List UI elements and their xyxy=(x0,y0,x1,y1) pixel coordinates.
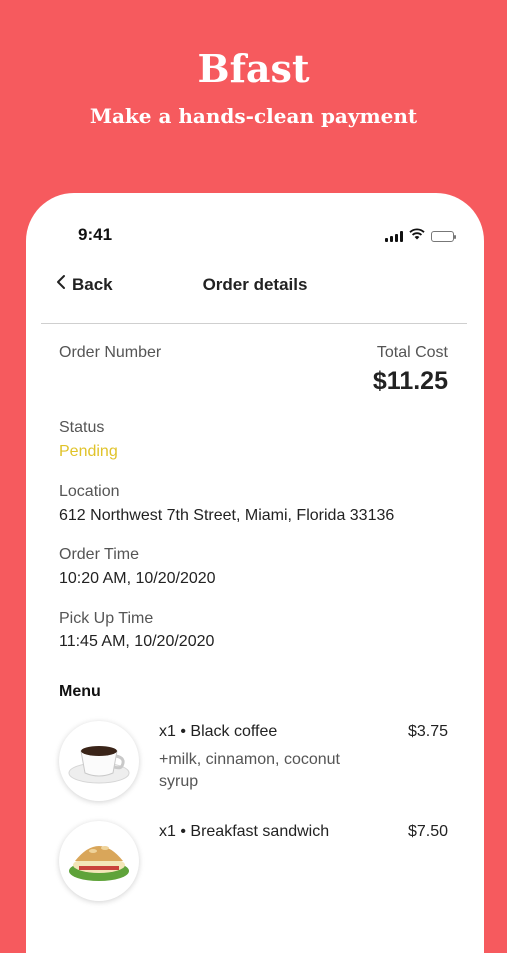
status-value: Pending xyxy=(59,443,118,460)
order-time-label: Order Time xyxy=(59,546,140,563)
order-number-label: Order Number xyxy=(59,344,162,361)
sandwich-icon xyxy=(59,821,139,901)
menu-item-price: $3.75 xyxy=(407,723,448,740)
pickup-time-value: 11:45 AM, 10/20/2020 xyxy=(59,633,215,650)
location-label: Location xyxy=(59,483,120,500)
page-title: Order details xyxy=(202,275,308,294)
menu-item[interactable]: x1 • Breakfast sandwich $7.50 xyxy=(26,821,484,911)
status-icons xyxy=(385,227,456,245)
coffee-cup-icon xyxy=(59,721,139,801)
total-cost-label: Total Cost xyxy=(376,344,448,361)
menu-item-title: x1 • Breakfast sandwich xyxy=(159,823,330,840)
total-cost-value: $11.25 xyxy=(372,367,448,395)
menu-item[interactable]: x1 • Black coffee +milk, cinnamon, cocon… xyxy=(26,721,484,811)
pickup-time-label: Pick Up Time xyxy=(59,610,154,627)
status-label: Status xyxy=(59,419,105,436)
order-time-value: 10:20 AM, 10/20/2020 xyxy=(59,570,216,587)
menu-item-title: x1 • Black coffee xyxy=(159,723,278,740)
menu-item-price: $7.50 xyxy=(407,823,448,840)
navigation-bar: Back Order details xyxy=(26,271,484,301)
header-divider xyxy=(41,323,467,324)
wifi-icon xyxy=(409,227,425,245)
location-value: 612 Northwest 7th Street, Miami, Florida… xyxy=(59,507,395,524)
promo-subtitle: Make a hands-clean payment xyxy=(89,104,418,128)
menu-item-description: +milk, cinnamon, coconut syrup xyxy=(159,751,340,790)
signal-icon xyxy=(385,230,403,242)
status-time: 9:41 xyxy=(78,225,113,244)
promo-title: Bfast xyxy=(197,46,310,91)
battery-icon xyxy=(431,230,456,242)
menu-heading: Menu xyxy=(59,683,101,700)
phone-screen: 9:41 Back Order details Order Number Tot… xyxy=(26,193,484,953)
